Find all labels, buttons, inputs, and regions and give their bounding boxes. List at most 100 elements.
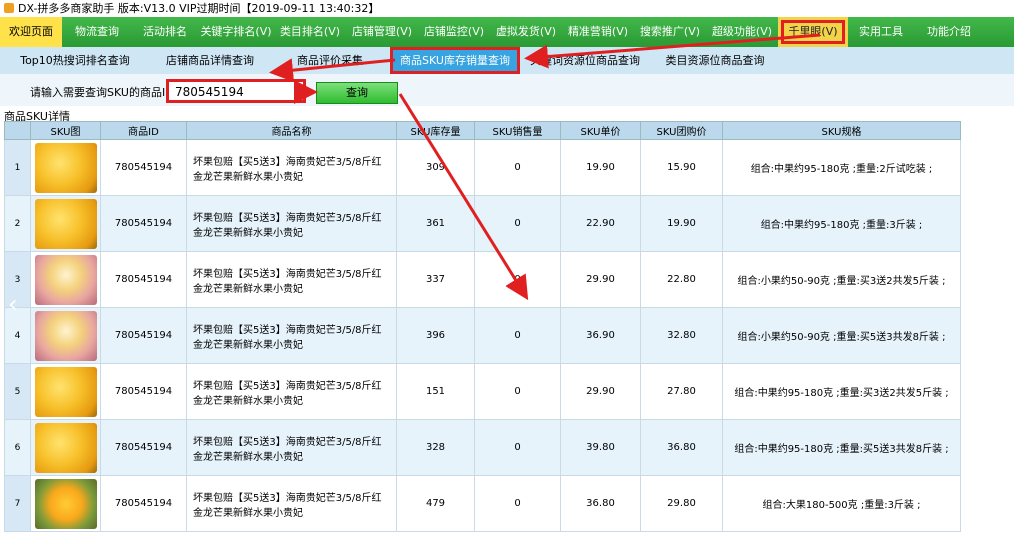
sku-sales: 0 [474,475,561,532]
column-header[interactable]: 商品ID [100,121,187,140]
product-name: 坏果包赔【买5送3】海南贵妃芒3/5/8斤红金龙芒果新鲜水果小贵妃 [186,475,397,532]
sku-price: 22.90 [560,195,641,252]
sku-price: 29.90 [560,363,641,420]
menu-item-11[interactable]: 千里眼(V) [778,17,848,47]
table-row[interactable]: 3 780545194 坏果包赔【买5送3】海南贵妃芒3/5/8斤红金龙芒果新鲜水果… [4,251,961,308]
sku-price: 29.90 [560,251,641,308]
row-indicator-header [4,121,31,140]
table-row[interactable]: 2 780545194 坏果包赔【买5送3】海南贵妃芒3/5/8斤红金龙芒果新鲜水果… [4,195,961,252]
product-id: 780545194 [100,363,187,420]
table-row[interactable]: 7 780545194 坏果包赔【买5送3】海南贵妃芒3/5/8斤红金龙芒果新鲜水果… [4,475,961,532]
query-label: 请输入需要查询SKU的商品ID [30,86,174,99]
product-name: 坏果包赔【买5送3】海南贵妃芒3/5/8斤红金龙芒果新鲜水果小贵妃 [186,139,397,196]
chevron-left-icon[interactable]: ‹ [8,290,28,320]
menu-item-2[interactable]: 活动排名 [132,17,198,47]
mango-image [34,366,97,417]
table-row[interactable]: 4 780545194 坏果包赔【买5送3】海南贵妃芒3/5/8斤红金龙芒果新鲜水果… [4,307,961,364]
sku-image [30,195,101,252]
column-header[interactable]: SKU销售量 [474,121,561,140]
sku-group-price: 29.80 [640,475,723,532]
subnav-item-2[interactable]: 商品评价采集 [270,47,390,74]
sub-nav: Top10热搜词排名查询 店铺商品详情查询 商品评价采集 商品SKU库存销量查询 关键词… [0,47,1014,75]
product-name: 坏果包赔【买5送3】海南贵妃芒3/5/8斤红金龙芒果新鲜水果小贵妃 [186,363,397,420]
menu-item-8[interactable]: 精准营销(V) [562,17,634,47]
sku-sales: 0 [474,251,561,308]
sku-price: 36.80 [560,475,641,532]
menu-item-5[interactable]: 店铺管理(V) [346,17,418,47]
product-id: 780545194 [100,139,187,196]
sku-table: SKU图 商品ID 商品名称 SKU库存量 SKU销售量 SKU单价 SKU团购价 SKU规格… [4,121,961,532]
main-menu: 欢迎页面 物流查询 活动排名 关键字排名(V) 类目排名(V) 店铺管理(V) 店铺监控(V… [0,17,1014,47]
column-header[interactable]: 商品名称 [186,121,397,140]
sku-stock: 396 [396,307,475,364]
menu-item-13[interactable]: 功能介绍 [914,17,984,47]
window-title: DX-拼多多商家助手 版本:V13.0 VIP过期时间【2019-09-11 1… [18,2,380,15]
menu-item-12[interactable]: 实用工具 [848,17,914,47]
sku-group-price: 15.90 [640,139,723,196]
menu-item-6[interactable]: 店铺监控(V) [418,17,490,47]
subnav-item-4[interactable]: 关键词资源位商品查询 [520,47,650,74]
table-row[interactable]: 5 780545194 坏果包赔【买5送3】海南贵妃芒3/5/8斤红金龙芒果新鲜水果… [4,363,961,420]
subnav-item-0[interactable]: Top10热搜词排名查询 [0,47,150,74]
product-id: 780545194 [100,195,187,252]
product-id: 780545194 [100,419,187,476]
sku-price: 36.90 [560,307,641,364]
row-indicator: 2 [4,195,31,252]
sku-spec: 组合:中果约95-180克 ;重量:2斤试吃装 ; [722,139,961,196]
sku-group-price: 27.80 [640,363,723,420]
menu-item-3[interactable]: 关键字排名(V) [198,17,274,47]
column-header[interactable]: SKU规格 [722,121,961,140]
product-id: 780545194 [100,251,187,308]
menu-item-7[interactable]: 虚拟发货(V) [490,17,562,47]
row-indicator: 5 [4,363,31,420]
sku-stock: 337 [396,251,475,308]
menu-item-4[interactable]: 类目排名(V) [274,17,346,47]
mango-image [34,422,97,473]
mango-image [34,142,97,193]
sku-group-price: 22.80 [640,251,723,308]
menu-item-0[interactable]: 欢迎页面 [0,17,62,47]
sku-stock: 309 [396,139,475,196]
product-name: 坏果包赔【买5送3】海南贵妃芒3/5/8斤红金龙芒果新鲜水果小贵妃 [186,195,397,252]
sku-group-price: 32.80 [640,307,723,364]
menu-item-9[interactable]: 搜索推广(V) [634,17,706,47]
sku-spec: 组合:中果约95-180克 ;重量:买5送3共发8斤装 ; [722,419,961,476]
mango-image [34,198,97,249]
sku-price: 39.80 [560,419,641,476]
subnav-item-1[interactable]: 店铺商品详情查询 [150,47,270,74]
sku-group-price: 19.90 [640,195,723,252]
menu-item-1[interactable]: 物流查询 [62,17,132,47]
product-id: 780545194 [100,307,187,364]
subnav-item-5[interactable]: 类目资源位商品查询 [650,47,780,74]
column-header[interactable]: SKU团购价 [640,121,723,140]
column-header[interactable]: SKU库存量 [396,121,475,140]
sku-sales: 0 [474,363,561,420]
table-row[interactable]: 6 780545194 坏果包赔【买5送3】海南贵妃芒3/5/8斤红金龙芒果新鲜水果… [4,419,961,476]
sku-sales: 0 [474,195,561,252]
row-indicator: 7 [4,475,31,532]
sku-image [30,419,101,476]
sku-image [30,251,101,308]
sku-sales: 0 [474,139,561,196]
mango-image [34,478,97,529]
product-name: 坏果包赔【买5送3】海南贵妃芒3/5/8斤红金龙芒果新鲜水果小贵妃 [186,251,397,308]
sku-image [30,363,101,420]
menu-item-10[interactable]: 超级功能(V) [706,17,778,47]
sku-stock: 479 [396,475,475,532]
product-name: 坏果包赔【买5送3】海南贵妃芒3/5/8斤红金龙芒果新鲜水果小贵妃 [186,307,397,364]
table-row[interactable]: 1 780545194 坏果包赔【买5送3】海南贵妃芒3/5/8斤红金龙芒果新鲜水果… [4,139,961,196]
column-header[interactable]: SKU单价 [560,121,641,140]
subnav-item-3[interactable]: 商品SKU库存销量查询 [390,47,520,74]
query-bar: 请输入需要查询SKU的商品ID [0,74,1014,106]
sku-spec: 组合:大果180-500克 ;重量:3斤装 ; [722,475,961,532]
sku-spec: 组合:中果约95-180克 ;重量:3斤装 ; [722,195,961,252]
product-name: 坏果包赔【买5送3】海南贵妃芒3/5/8斤红金龙芒果新鲜水果小贵妃 [186,419,397,476]
sku-group-price: 36.80 [640,419,723,476]
sku-spec: 组合:中果约95-180克 ;重量:买3送2共发5斤装 ; [722,363,961,420]
app-icon [4,3,14,13]
query-button[interactable]: 查询 [316,82,398,104]
product-id-input[interactable] [173,82,303,102]
column-header[interactable]: SKU图 [30,121,101,140]
sku-image [30,475,101,532]
sku-sales: 0 [474,307,561,364]
